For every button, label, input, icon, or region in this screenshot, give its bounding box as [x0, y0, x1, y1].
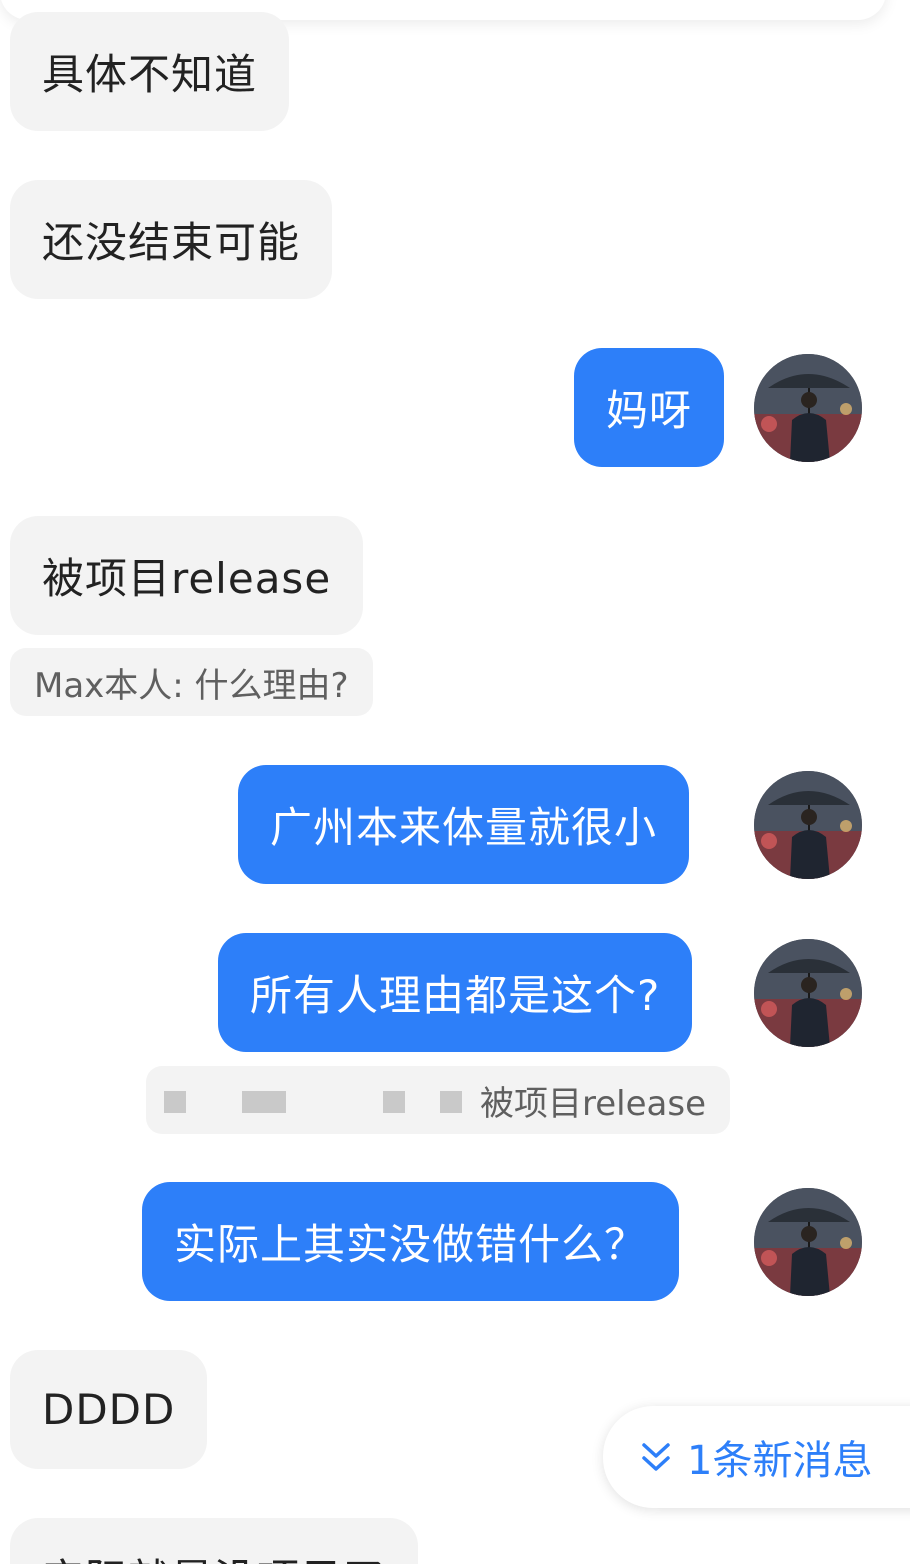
- received-message-bubble[interactable]: 具体不知道: [10, 12, 290, 131]
- sent-message-bubble[interactable]: 妈呀: [574, 348, 725, 467]
- new-message-label: 1条新消息: [687, 1438, 873, 1484]
- received-message-bubble[interactable]: 还没结束可能: [10, 180, 333, 299]
- message-text: 所有人理由都是这个?: [250, 971, 661, 1020]
- message-text: 实际就是没项目了: [42, 1546, 386, 1564]
- double-chevron-down-icon: [642, 1443, 670, 1471]
- received-message-bubble[interactable]: 实际就是没项目了: [10, 1518, 419, 1564]
- quote-text: Max本人: 什么理由?: [34, 665, 349, 706]
- chat-screen: 具体不知道 还没结束可能 妈呀 被项目release Max本人: 什么理由? …: [0, 0, 910, 1564]
- message-text: 妈呀: [606, 386, 693, 435]
- message-text: 广州本来体量就很小: [270, 803, 658, 852]
- sent-message-bubble[interactable]: 实际上其实没做错什么？: [142, 1182, 680, 1301]
- sent-message-bubble[interactable]: 所有人理由都是这个?: [218, 933, 693, 1052]
- reply-quote[interactable]: 被项目release: [146, 1066, 730, 1134]
- received-message-bubble[interactable]: 被项目release: [10, 516, 364, 635]
- reply-quote[interactable]: Max本人: 什么理由?: [10, 648, 373, 716]
- received-message-bubble[interactable]: DDDD: [10, 1350, 208, 1469]
- avatar[interactable]: [754, 1188, 862, 1296]
- redacted-name: [163, 1080, 472, 1120]
- new-message-indicator[interactable]: 1条新消息: [603, 1406, 910, 1508]
- message-text: 被项目release: [42, 554, 332, 603]
- message-text: 还没结束可能: [42, 218, 301, 267]
- message-text: 实际上其实没做错什么？: [174, 1220, 648, 1269]
- quote-text: 被项目release: [480, 1083, 706, 1124]
- avatar[interactable]: [754, 939, 862, 1047]
- message-text: 具体不知道: [42, 50, 258, 99]
- avatar[interactable]: [754, 354, 862, 462]
- message-text: DDDD: [42, 1385, 176, 1434]
- avatar[interactable]: [754, 771, 862, 879]
- sent-message-bubble[interactable]: 广州本来体量就很小: [238, 765, 690, 884]
